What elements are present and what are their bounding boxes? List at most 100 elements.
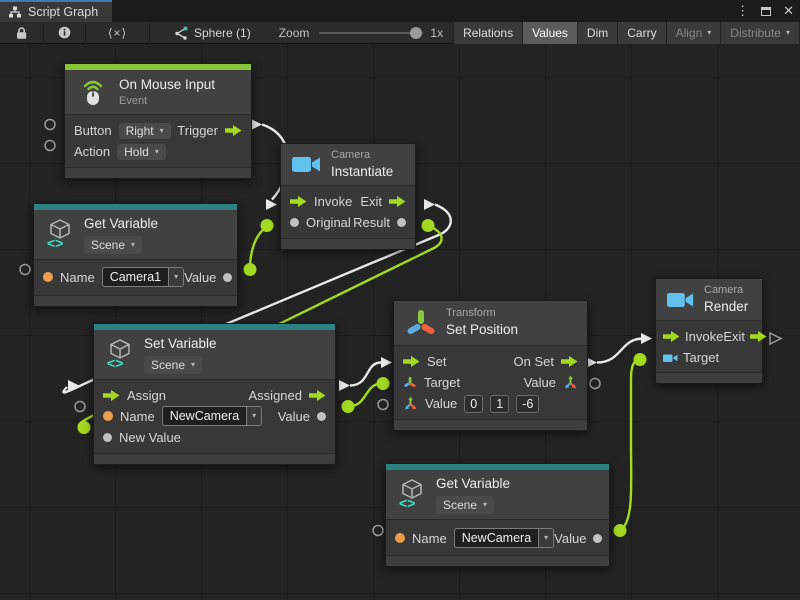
name-input-port[interactable]	[43, 272, 53, 282]
port-label-value: Value	[278, 409, 310, 424]
chevron-down-icon: ▾	[155, 148, 159, 156]
graph-canvas[interactable]: On Mouse Input Event Button Right ▾ Trig…	[0, 44, 800, 600]
variable-name-dropdown[interactable]: NewCamera ▾	[454, 528, 554, 548]
vector-z-field[interactable]: -6	[516, 395, 539, 413]
value-output-port[interactable]	[397, 218, 406, 227]
tab-script-graph[interactable]: Script Graph	[0, 0, 112, 22]
chevron-down-icon: ▾	[131, 241, 135, 249]
camera-input-port[interactable]	[663, 353, 678, 363]
close-icon[interactable]: ✕	[783, 3, 794, 19]
node-category: Transform	[446, 307, 518, 321]
variable-icon: <>	[105, 338, 135, 370]
value-output-port[interactable]	[223, 273, 232, 282]
zoom-slider[interactable]	[319, 32, 423, 34]
port-label-invoke: Invoke	[314, 194, 352, 209]
port-label-assign: Assign	[127, 388, 166, 403]
port-label-original: Original	[306, 215, 351, 230]
toolbar-relations[interactable]: Relations	[453, 22, 522, 44]
value-output-port[interactable]	[593, 534, 602, 543]
toolbar-dim[interactable]: Dim	[577, 22, 617, 44]
node-transform-set-position[interactable]: Transform Set Position Set On Set	[393, 300, 588, 431]
node-camera-render[interactable]: Camera Render Invoke Exit	[655, 278, 763, 384]
node-set-variable[interactable]: <> Set Variable Scene ▾ Assign Assigned	[93, 323, 336, 465]
lock-button[interactable]	[0, 22, 44, 44]
name-input-port[interactable]	[103, 411, 113, 421]
chevron-down-icon: ▾	[160, 127, 164, 135]
flow-output-port[interactable]	[309, 390, 326, 401]
flow-output-port[interactable]	[561, 356, 578, 367]
new-value-input-port[interactable]	[103, 433, 112, 442]
zoom-slider-handle[interactable]	[410, 27, 422, 39]
flow-input-port[interactable]	[290, 196, 307, 207]
port-label-value-in: Value	[425, 396, 457, 411]
value-output-port[interactable]	[317, 412, 326, 421]
inspect-button[interactable]	[44, 22, 86, 44]
transform-icon	[405, 306, 437, 340]
graph-breadcrumb[interactable]: Sphere (1)	[172, 26, 251, 40]
more-icon[interactable]: ⋮	[736, 3, 749, 19]
flow-input-port[interactable]	[403, 356, 420, 367]
vector-x-field[interactable]: 0	[464, 395, 483, 413]
window-tab-bar: Script Graph ⋮ ✕	[0, 0, 800, 22]
node-footer	[394, 419, 587, 430]
chevron-down-icon: ▾	[174, 273, 178, 281]
port-label-action: Action	[74, 144, 110, 159]
graph-toolbar: ⟨×⟩ Sphere (1) Zoom 1x Relations Values …	[0, 22, 800, 44]
node-camera-instantiate[interactable]: Camera Instantiate Invoke Exit Original	[280, 143, 416, 250]
action-dropdown[interactable]: Hold ▾	[117, 144, 166, 160]
node-title: Set Position	[446, 321, 518, 339]
zoom-level: 1x	[430, 26, 443, 40]
flow-input-port[interactable]	[103, 390, 120, 401]
port-label-name: Name	[60, 270, 95, 285]
camera-icon	[292, 154, 322, 175]
port-label-button: Button	[74, 123, 112, 138]
node-header: <> Set Variable Scene ▾	[94, 330, 335, 380]
value-input-port[interactable]	[290, 218, 299, 227]
toolbar-align[interactable]: Align▾	[666, 22, 721, 44]
button-dropdown[interactable]: Right ▾	[119, 123, 171, 139]
node-title: Instantiate	[331, 163, 393, 181]
port-label-name: Name	[120, 409, 155, 424]
toolbar-button-group: Relations Values Dim Carry Align▾ Distri…	[453, 22, 800, 44]
port-label-value: Value	[184, 270, 216, 285]
variable-name-dropdown[interactable]: Camera1 ▾	[102, 267, 184, 287]
flow-input-port[interactable]	[663, 331, 680, 342]
node-footer	[281, 238, 415, 249]
node-title: Get Variable	[84, 215, 158, 233]
zoom-label: Zoom	[279, 26, 310, 40]
variable-kind-dropdown[interactable]: Scene ▾	[144, 356, 202, 374]
toolbar-values[interactable]: Values	[522, 22, 577, 44]
variable-kind-dropdown[interactable]: Scene ▾	[436, 496, 494, 514]
node-title: Render	[704, 298, 748, 316]
port-label-exit: Exit	[360, 194, 382, 209]
vector3-input-port[interactable]	[403, 396, 418, 411]
variable-kind-dropdown[interactable]: Scene ▾	[84, 236, 142, 254]
node-on-mouse-input[interactable]: On Mouse Input Event Button Right ▾ Trig…	[64, 63, 252, 179]
node-header: <> Get Variable Scene ▾	[386, 470, 609, 520]
variable-icon: <>	[45, 218, 75, 250]
graph-breadcrumb-icon	[172, 26, 188, 40]
chevron-down-icon: ▾	[544, 534, 548, 542]
svg-text:<>: <>	[399, 495, 415, 510]
code-preview-button[interactable]: ⟨×⟩	[86, 22, 150, 44]
toolbar-distribute[interactable]: Distribute▾	[720, 22, 799, 44]
node-category: Camera	[704, 284, 748, 298]
svg-text:<>: <>	[47, 235, 63, 250]
flow-output-port[interactable]	[225, 125, 242, 136]
node-title: On Mouse Input	[119, 76, 215, 94]
node-get-variable-newcamera[interactable]: <> Get Variable Scene ▾ Name NewCamera ▾	[385, 463, 610, 567]
port-label-value-out: Value	[524, 375, 556, 390]
name-input-port[interactable]	[395, 533, 405, 543]
toolbar-carry[interactable]: Carry	[617, 22, 665, 44]
vector-y-field[interactable]: 1	[490, 395, 509, 413]
maximize-icon[interactable]	[761, 7, 771, 16]
camera-icon	[667, 290, 695, 310]
flow-output-port[interactable]	[389, 196, 406, 207]
node-get-variable-camera1[interactable]: <> Get Variable Scene ▾ Name Camera1 ▾	[33, 203, 238, 307]
variable-name-dropdown[interactable]: NewCamera ▾	[162, 406, 262, 426]
node-header: <> Get Variable Scene ▾	[34, 210, 237, 260]
transform-input-port[interactable]	[403, 376, 417, 390]
vector3-output-port[interactable]	[563, 375, 578, 390]
flow-output-port[interactable]	[750, 331, 767, 342]
chevron-down-icon: ▾	[252, 412, 256, 420]
